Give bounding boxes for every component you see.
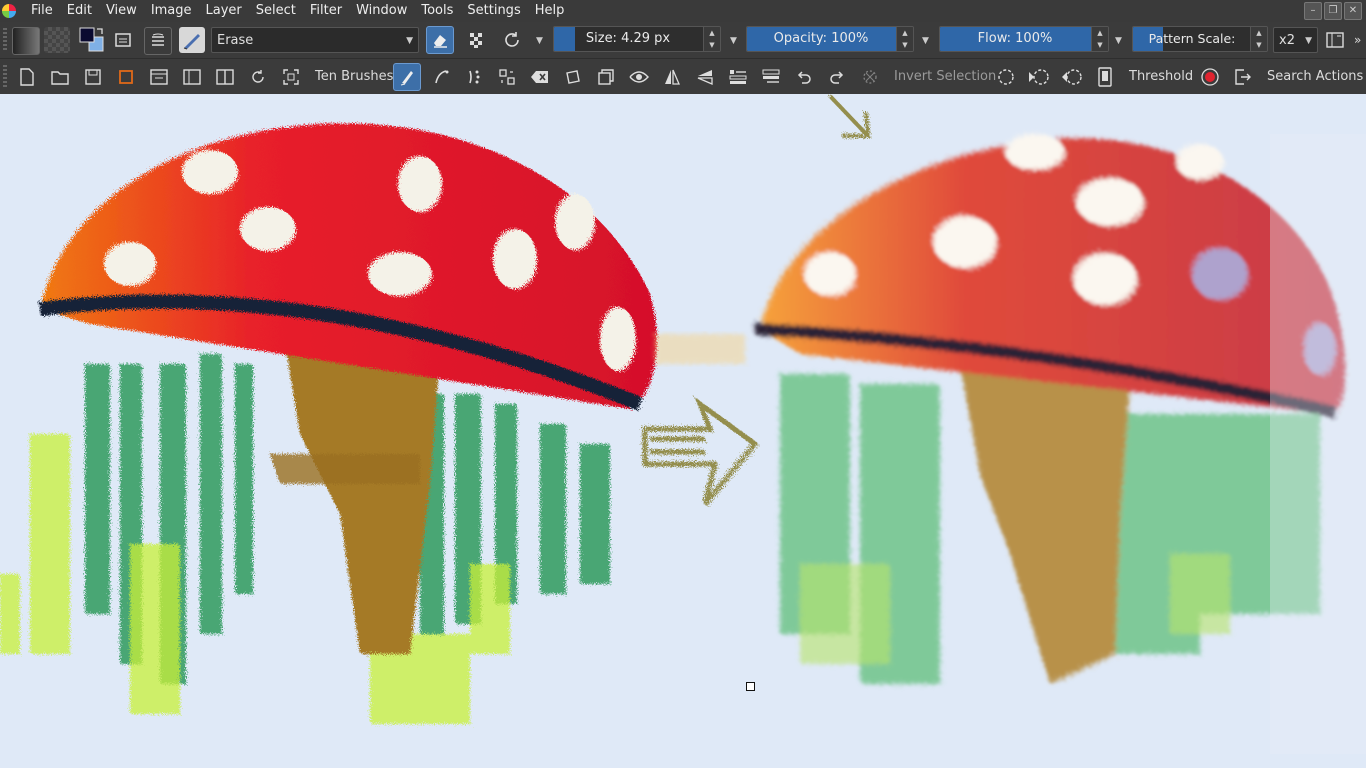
view-eye-icon[interactable]: [626, 64, 652, 90]
pattern-icon[interactable]: [44, 27, 70, 53]
menu-image[interactable]: Image: [144, 0, 199, 22]
arrow-down-sketch: [828, 94, 871, 138]
menu-edit[interactable]: Edit: [60, 0, 99, 22]
alpha-lock-icon[interactable]: [464, 27, 490, 53]
arrow-right-sketch: [642, 396, 759, 506]
size-slider[interactable]: Size: 4.29 px ▲ ▼: [553, 26, 721, 52]
toolbar-overflow-icon[interactable]: »: [1354, 27, 1361, 53]
new-document-icon[interactable]: [14, 64, 40, 90]
menu-select[interactable]: Select: [249, 0, 303, 22]
menu-layer[interactable]: Layer: [199, 0, 249, 22]
artwork-mushrooms: [0, 94, 1366, 754]
layer-panel-icon[interactable]: [146, 64, 172, 90]
opacity-options-chevron-icon[interactable]: ▼: [922, 36, 929, 46]
invert-selection-button[interactable]: Invert Selection: [894, 64, 996, 90]
crop-icon[interactable]: [593, 64, 619, 90]
size-spinner[interactable]: ▲ ▼: [703, 27, 720, 51]
flow-options-chevron-icon[interactable]: ▼: [1115, 36, 1122, 46]
reload-icon[interactable]: [499, 27, 525, 53]
chevron-down-icon: ▼: [1305, 36, 1312, 46]
redo-icon[interactable]: [824, 64, 850, 90]
brush-presets-icon[interactable]: [144, 27, 172, 55]
dynamic-brush-icon[interactable]: [461, 64, 487, 90]
select-shrink-icon[interactable]: [1026, 64, 1052, 90]
menu-view[interactable]: View: [99, 0, 144, 22]
brush-cursor-icon: [746, 682, 755, 691]
gradient-icon[interactable]: [12, 27, 40, 55]
fg-bg-color-icon[interactable]: [78, 26, 106, 54]
eraser-icon[interactable]: [426, 26, 454, 54]
menu-tools[interactable]: Tools: [414, 0, 460, 22]
select-grow-icon[interactable]: [1059, 64, 1085, 90]
deselect-icon[interactable]: [857, 64, 883, 90]
pattern-scale-spinner[interactable]: ▲ ▼: [1250, 27, 1267, 51]
select-ellipse-icon[interactable]: [993, 64, 1019, 90]
open-folder-icon[interactable]: [47, 64, 73, 90]
restore-icon[interactable]: ❐: [1324, 2, 1342, 20]
blend-mode-select[interactable]: Erase ▼: [211, 27, 419, 53]
layer-stack-icon[interactable]: [725, 64, 751, 90]
curve-brush-icon[interactable]: [428, 64, 454, 90]
right-mushroom: [754, 134, 1346, 684]
ten-brushes-button[interactable]: Ten Brushes: [315, 64, 393, 90]
brush-options-toolbar: Erase ▼ ▼ Size: 4.29 px ▲ ▼ ▼ Opacity: 10…: [0, 22, 1366, 58]
blend-stroke-sketch: [655, 334, 745, 364]
save-icon[interactable]: [80, 64, 106, 90]
actions-toolbar: Ten Brushes Invert Selection Threshold S…: [0, 58, 1366, 95]
size-slider-label: Size: 4.29 px: [585, 31, 671, 46]
export-icon[interactable]: [1230, 64, 1256, 90]
opacity-slider-label: Opacity: 100%: [773, 31, 869, 46]
mirror-select[interactable]: x2 ▼: [1273, 27, 1318, 53]
close-icon[interactable]: ✕: [1344, 2, 1362, 20]
threshold-button[interactable]: Threshold: [1129, 64, 1193, 90]
layer-list-icon[interactable]: [758, 64, 784, 90]
menu-help[interactable]: Help: [528, 0, 572, 22]
menu-file[interactable]: File: [24, 0, 60, 22]
fit-canvas-icon[interactable]: [278, 64, 304, 90]
menu-window[interactable]: Window: [349, 0, 414, 22]
chevron-down-icon: ▼: [406, 36, 413, 46]
menu-filter[interactable]: Filter: [303, 0, 349, 22]
record-icon[interactable]: [1197, 64, 1223, 90]
reload-options-chevron-icon[interactable]: ▼: [536, 36, 543, 46]
opacity-spinner[interactable]: ▲ ▼: [896, 27, 913, 51]
canvas-haze: [1270, 134, 1366, 754]
menu-settings[interactable]: Settings: [460, 0, 527, 22]
minimize-icon[interactable]: –: [1304, 2, 1322, 20]
workspace-icon[interactable]: [1322, 27, 1348, 53]
window-controls: – ❐ ✕: [1304, 2, 1362, 20]
menu-bar: File Edit View Image Layer Select Filter…: [0, 0, 1366, 22]
brush-preview-icon[interactable]: [179, 27, 205, 53]
krita-logo-icon: [2, 4, 16, 18]
transform-icon[interactable]: [560, 64, 586, 90]
search-actions-button[interactable]: Search Actions: [1267, 64, 1363, 90]
toolbar-grip[interactable]: [3, 65, 7, 89]
layer-properties-icon[interactable]: [110, 27, 136, 53]
mirror-value: x2: [1279, 33, 1295, 48]
rotate-canvas-icon[interactable]: [245, 64, 271, 90]
layout-panel-icon[interactable]: [179, 64, 205, 90]
flow-slider-label: Flow: 100%: [977, 31, 1053, 46]
mirror-horizontal-icon[interactable]: [659, 64, 685, 90]
freehand-brush-icon[interactable]: [393, 63, 421, 91]
blend-mode-value: Erase: [217, 33, 254, 48]
size-options-chevron-icon[interactable]: ▼: [730, 36, 737, 46]
opacity-slider[interactable]: Opacity: 100% ▲ ▼: [746, 26, 914, 52]
clear-icon[interactable]: [527, 64, 553, 90]
pattern-scale-slider-label: Pattern Scale: 1.00x: [1148, 31, 1236, 46]
multibrush-icon[interactable]: [494, 64, 520, 90]
flow-spinner[interactable]: ▲ ▼: [1091, 27, 1108, 51]
toolbar-grip[interactable]: [3, 28, 7, 52]
flow-slider[interactable]: Flow: 100% ▲ ▼: [939, 26, 1109, 52]
left-mushroom: [0, 123, 658, 724]
split-view-icon[interactable]: [212, 64, 238, 90]
selection-icon[interactable]: [113, 64, 139, 90]
undo-icon[interactable]: [791, 64, 817, 90]
mirror-vertical-icon[interactable]: [692, 64, 718, 90]
drawing-canvas[interactable]: [0, 94, 1366, 768]
tablet-icon[interactable]: [1092, 64, 1118, 90]
pattern-scale-slider[interactable]: Pattern Scale: 1.00x ▲▼: [1132, 26, 1268, 52]
